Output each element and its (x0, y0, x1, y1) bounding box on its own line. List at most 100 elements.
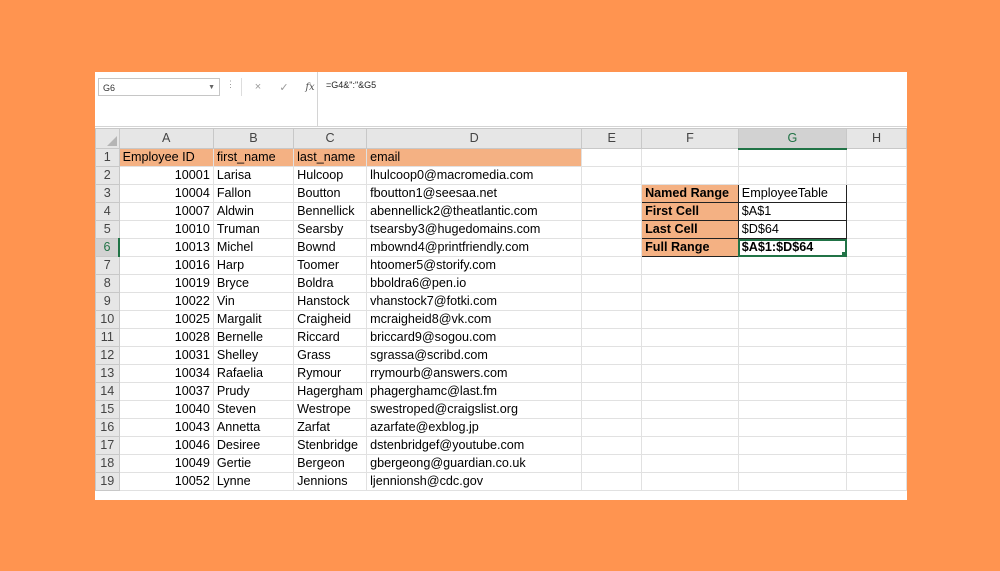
cell[interactable] (581, 418, 643, 437)
email-cell[interactable]: htoomer5@storify.com (366, 256, 583, 275)
column-header-f[interactable]: F (641, 128, 739, 149)
email-cell[interactable]: ljennionsh@cdc.gov (366, 472, 583, 491)
cell[interactable] (581, 292, 643, 311)
cell[interactable] (641, 292, 739, 311)
email-cell[interactable]: lhulcoop0@macromedia.com (366, 166, 583, 185)
last-name-cell[interactable]: Toomer (293, 256, 368, 275)
cell[interactable] (846, 148, 907, 167)
cell[interactable] (581, 274, 643, 293)
cell[interactable] (737, 274, 848, 293)
row-header[interactable]: 13 (95, 364, 120, 383)
cell[interactable] (846, 472, 907, 491)
header-cell-employee-id[interactable]: Employee ID (118, 148, 214, 167)
first-name-cell[interactable]: Lynne (212, 472, 295, 491)
header-cell-email[interactable]: email (366, 148, 583, 167)
first-name-cell[interactable]: Gertie (212, 454, 295, 473)
first-name-cell[interactable]: Steven (212, 400, 295, 419)
last-name-cell[interactable]: Bownd (293, 238, 368, 257)
cell[interactable] (846, 346, 907, 365)
last-name-cell[interactable]: Bennellick (293, 202, 368, 221)
row-header[interactable]: 1 (95, 148, 120, 167)
cell[interactable] (581, 166, 643, 185)
cell[interactable] (737, 166, 848, 185)
full-range-label[interactable]: Full Range (641, 238, 739, 257)
row-header[interactable]: 9 (95, 292, 120, 311)
last-cell-value[interactable]: $D$64 (737, 220, 848, 239)
email-cell[interactable]: vhanstock7@fotki.com (366, 292, 583, 311)
row-header[interactable]: 15 (95, 400, 120, 419)
cell[interactable] (641, 148, 739, 167)
employee-id-cell[interactable]: 10037 (118, 382, 214, 401)
first-name-cell[interactable]: Michel (212, 238, 295, 257)
cell[interactable] (737, 310, 848, 329)
email-cell[interactable]: abennellick2@theatlantic.com (366, 202, 583, 221)
cell[interactable] (641, 346, 739, 365)
row-header[interactable]: 4 (95, 202, 120, 221)
column-header-c[interactable]: C (293, 128, 368, 149)
column-header-g[interactable]: G (737, 128, 848, 150)
employee-id-cell[interactable]: 10016 (118, 256, 214, 275)
cell[interactable] (641, 310, 739, 329)
cell[interactable] (846, 364, 907, 383)
last-cell-label[interactable]: Last Cell (641, 220, 739, 239)
first-name-cell[interactable]: Desiree (212, 436, 295, 455)
cell[interactable] (641, 400, 739, 419)
employee-id-cell[interactable]: 10004 (118, 184, 214, 203)
cell[interactable] (641, 454, 739, 473)
cell[interactable] (581, 328, 643, 347)
email-cell[interactable]: fboutton1@seesaa.net (366, 184, 583, 203)
first-name-cell[interactable]: Annetta (212, 418, 295, 437)
row-header[interactable]: 8 (95, 274, 120, 293)
named-range-value[interactable]: EmployeeTable (737, 184, 848, 203)
email-cell[interactable]: briccard9@sogou.com (366, 328, 583, 347)
column-header-b[interactable]: B (212, 128, 295, 149)
employee-id-cell[interactable]: 10001 (118, 166, 214, 185)
cell[interactable] (737, 454, 848, 473)
last-name-cell[interactable]: Craigheid (293, 310, 368, 329)
email-cell[interactable]: mcraigheid8@vk.com (366, 310, 583, 329)
email-cell[interactable]: mbownd4@printfriendly.com (366, 238, 583, 257)
cell[interactable] (846, 202, 907, 221)
cell[interactable] (846, 400, 907, 419)
column-header-e[interactable]: E (581, 128, 643, 149)
row-header[interactable]: 2 (95, 166, 120, 185)
cell[interactable] (737, 292, 848, 311)
first-name-cell[interactable]: Larisa (212, 166, 295, 185)
last-name-cell[interactable]: Stenbridge (293, 436, 368, 455)
last-name-cell[interactable]: Boldra (293, 274, 368, 293)
last-name-cell[interactable]: Bergeon (293, 454, 368, 473)
cell[interactable] (641, 418, 739, 437)
cell[interactable] (581, 364, 643, 383)
cell[interactable] (581, 220, 643, 239)
cell[interactable] (846, 238, 907, 257)
row-header[interactable]: 10 (95, 310, 120, 329)
cell[interactable] (641, 364, 739, 383)
cell[interactable] (641, 436, 739, 455)
employee-id-cell[interactable]: 10040 (118, 400, 214, 419)
first-name-cell[interactable]: Bernelle (212, 328, 295, 347)
row-header[interactable]: 16 (95, 418, 120, 437)
first-name-cell[interactable]: Aldwin (212, 202, 295, 221)
cell[interactable] (641, 382, 739, 401)
cell[interactable] (581, 238, 643, 257)
employee-id-cell[interactable]: 10007 (118, 202, 214, 221)
cell[interactable] (737, 346, 848, 365)
first-name-cell[interactable]: Rafaelia (212, 364, 295, 383)
email-cell[interactable]: swestroped@craigslist.org (366, 400, 583, 419)
last-name-cell[interactable]: Hanstock (293, 292, 368, 311)
row-header[interactable]: 11 (95, 328, 120, 347)
row-header[interactable]: 5 (95, 220, 120, 239)
row-header[interactable]: 6 (95, 238, 121, 257)
cell[interactable] (846, 418, 907, 437)
employee-id-cell[interactable]: 10022 (118, 292, 214, 311)
formula-input[interactable]: =G4&":"&G5 (317, 72, 907, 126)
last-name-cell[interactable]: Riccard (293, 328, 368, 347)
cell[interactable] (581, 148, 643, 167)
employee-id-cell[interactable]: 10052 (118, 472, 214, 491)
cell[interactable] (581, 346, 643, 365)
cell[interactable] (641, 256, 739, 275)
cell[interactable] (737, 418, 848, 437)
select-all-button[interactable] (95, 128, 120, 149)
first-name-cell[interactable]: Harp (212, 256, 295, 275)
employee-id-cell[interactable]: 10010 (118, 220, 214, 239)
